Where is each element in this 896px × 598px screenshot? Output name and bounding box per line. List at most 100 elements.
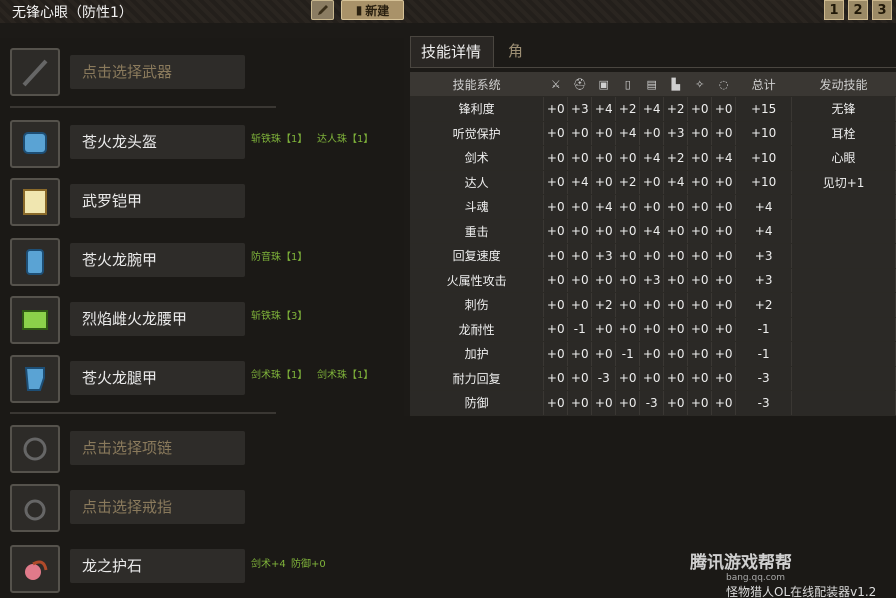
leg-name[interactable]: 苍火龙腿甲 — [70, 361, 245, 395]
document-icon: ▮ — [355, 3, 363, 17]
skill-value: +0 — [615, 292, 641, 318]
skill-name: 剑术 — [410, 145, 545, 171]
chest-col-icon: ▣ — [591, 72, 617, 97]
active-skill: 见切+1 — [791, 170, 896, 195]
arm-icon[interactable] — [10, 238, 60, 286]
skill-total: -3 — [735, 390, 793, 416]
skill-value: +0 — [567, 121, 593, 146]
skill-value: +4 — [639, 96, 665, 122]
waist-icon[interactable] — [10, 296, 60, 344]
new-button[interactable]: ▮ 新建 — [341, 0, 404, 20]
skill-value: +0 — [711, 243, 737, 269]
skill-name: 锋利度 — [410, 96, 545, 122]
skill-name: 重击 — [410, 219, 545, 244]
skill-value: +0 — [567, 243, 593, 269]
skill-value: +2 — [615, 170, 641, 195]
active-skill — [791, 219, 896, 244]
skill-value: +4 — [639, 219, 665, 244]
build-title: 无锋心眼（防性1） — [12, 5, 133, 21]
active-skill — [791, 317, 896, 342]
skill-value: +0 — [543, 96, 569, 122]
table-row: 耐力回复 +0 +0 -3 +0 +0 +0 +0 +0 -3 — [410, 366, 896, 391]
helmet-name[interactable]: 苍火龙头盔 — [70, 125, 245, 159]
helmet-jewel-1: 斩铁珠【1】 — [251, 134, 308, 145]
weapon-icon[interactable] — [10, 48, 60, 96]
skill-value: +0 — [639, 317, 665, 342]
table-row: 刺伤 +0 +0 +2 +0 +0 +0 +0 +0 +2 — [410, 292, 896, 318]
skill-name: 听觉保护 — [410, 121, 545, 146]
skill-value: +0 — [615, 268, 641, 293]
skill-value: +0 — [663, 268, 689, 293]
skill-value: +0 — [615, 194, 641, 220]
tab-skill-detail[interactable]: 技能详情 — [410, 36, 494, 68]
skill-value: +0 — [687, 194, 713, 220]
table-row: 火属性攻击 +0 +0 +0 +0 +3 +0 +0 +0 +3 — [410, 268, 896, 293]
leg-icon[interactable] — [10, 355, 60, 403]
weapon-select[interactable]: 点击选择武器 — [70, 55, 245, 89]
page-3-button[interactable]: 3 — [872, 0, 892, 20]
weapon-shape — [22, 59, 48, 87]
charm-name[interactable]: 龙之护石 — [70, 549, 245, 583]
skill-value: -1 — [615, 341, 641, 367]
new-button-label: 新建 — [365, 3, 390, 18]
skill-name: 火属性攻击 — [410, 268, 545, 293]
skill-value: +0 — [591, 341, 617, 367]
charm-icon[interactable] — [10, 545, 60, 593]
skill-value: +0 — [687, 390, 713, 416]
ring-select[interactable]: 点击选择戒指 — [70, 490, 245, 524]
pencil-icon — [317, 5, 328, 15]
skill-total: -1 — [735, 341, 793, 367]
skill-name: 防御 — [410, 390, 545, 416]
skill-name: 加护 — [410, 341, 545, 367]
skill-value: +0 — [591, 121, 617, 146]
skill-value: +0 — [615, 243, 641, 269]
waist-col-icon: ▤ — [639, 72, 665, 97]
helmet-icon[interactable] — [10, 120, 60, 168]
skill-total: +2 — [735, 292, 793, 318]
page-2-button[interactable]: 2 — [848, 0, 868, 20]
active-skill: 心眼 — [791, 145, 896, 171]
skill-value: +0 — [711, 121, 737, 146]
skill-value: +0 — [711, 341, 737, 367]
arm-name[interactable]: 苍火龙腕甲 — [70, 243, 245, 277]
skill-value: +3 — [663, 121, 689, 146]
skill-value: +0 — [663, 219, 689, 244]
leg-jewel-1: 剑术珠【1】 — [251, 370, 308, 381]
skill-value: +0 — [663, 366, 689, 391]
ring-icon[interactable] — [10, 484, 60, 532]
skill-value: +4 — [639, 145, 665, 171]
charm-skill-2: 防御+0 — [291, 559, 326, 570]
skill-value: +0 — [687, 170, 713, 195]
skill-value: +3 — [639, 268, 665, 293]
table-row: 龙耐性 +0 -1 +0 +0 +0 +0 +0 +0 -1 — [410, 317, 896, 342]
edit-button[interactable] — [311, 0, 334, 20]
necklace-icon[interactable] — [10, 425, 60, 473]
skill-value: +0 — [543, 268, 569, 293]
page-1-button[interactable]: 1 — [824, 0, 844, 20]
waist-name[interactable]: 烈焰雌火龙腰甲 — [70, 302, 245, 336]
skill-value: +0 — [591, 390, 617, 416]
skill-value: +0 — [687, 96, 713, 122]
watermark-app: 怪物猎人OL在线配装器v1.2 — [726, 585, 877, 598]
skill-value: +0 — [543, 243, 569, 269]
skill-value: +0 — [639, 341, 665, 367]
skill-value: +0 — [543, 341, 569, 367]
active-skill — [791, 194, 896, 220]
tab-character-info[interactable]: 角色信息 — [498, 36, 533, 150]
skill-value: +0 — [567, 390, 593, 416]
necklace-select[interactable]: 点击选择项链 — [70, 431, 245, 465]
watermark: 腾讯游戏帮帮 bang.qq.com 怪物猎人OL在线配装器v1.2 — [690, 548, 876, 598]
table-row: 达人 +0 +4 +0 +2 +0 +4 +0 +0 +10 见切+1 — [410, 170, 896, 195]
skill-value: +0 — [687, 145, 713, 171]
skill-value: +3 — [591, 243, 617, 269]
skill-value: +4 — [591, 194, 617, 220]
skill-value: +0 — [711, 170, 737, 195]
active-skill — [791, 366, 896, 391]
ring-shape — [24, 499, 46, 521]
skill-total: +4 — [735, 219, 793, 244]
active-skill — [791, 341, 896, 367]
charm-col-icon: ✧ — [687, 72, 713, 97]
chest-name[interactable]: 武罗铠甲 — [70, 184, 245, 218]
skill-value: +0 — [711, 292, 737, 318]
chest-icon[interactable] — [10, 178, 60, 226]
